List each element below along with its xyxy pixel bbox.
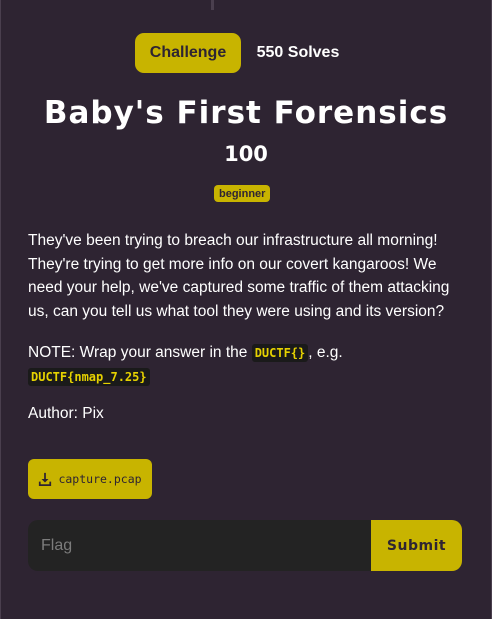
note-code-example: DUCTF{nmap_7.25} <box>28 368 150 386</box>
download-file-button[interactable]: capture.pcap <box>28 459 152 499</box>
tab-solves[interactable]: 550 Solves <box>249 33 347 73</box>
flag-form: Submit <box>28 520 462 571</box>
modal-notch <box>211 0 214 10</box>
challenge-modal: Challenge 550 Solves Baby's First Forens… <box>0 0 492 619</box>
tab-challenge[interactable]: Challenge <box>135 33 241 73</box>
challenge-note: NOTE: Wrap your answer in the DUCTF{}, e… <box>28 341 468 389</box>
challenge-author: Author: Pix <box>28 405 104 422</box>
note-code-format: DUCTF{} <box>251 344 309 362</box>
challenge-title: Baby's First Forensics <box>43 95 449 131</box>
note-prefix: NOTE: Wrap your answer in the <box>28 344 252 361</box>
download-icon <box>39 472 52 486</box>
challenge-points: 100 <box>224 142 268 166</box>
challenge-description: They've been trying to breach our infras… <box>28 232 450 320</box>
challenge-tag: beginner <box>214 185 271 202</box>
file-name: capture.pcap <box>58 472 142 486</box>
note-middle: , e.g. <box>308 344 343 361</box>
submit-button[interactable]: Submit <box>371 520 462 571</box>
flag-input[interactable] <box>28 520 371 571</box>
modal-tabs: Challenge 550 Solves <box>1 33 491 73</box>
